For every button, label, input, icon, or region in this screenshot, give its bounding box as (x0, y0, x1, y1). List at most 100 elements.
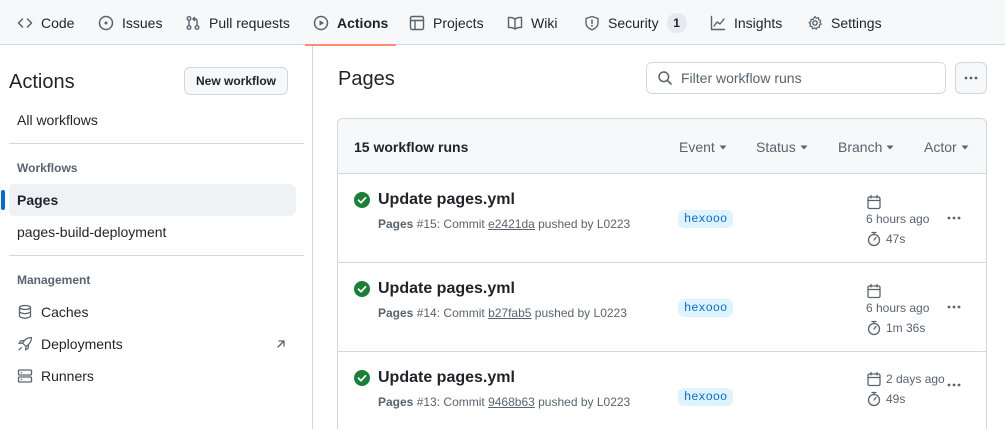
run-title-link[interactable]: Update pages.yml (378, 191, 515, 209)
workflow-run-row[interactable]: Update pages.yml Pages #14: Commit b27fa… (338, 263, 986, 352)
tab-projects[interactable]: Projects (409, 0, 484, 45)
check-circle-fill-icon (354, 370, 370, 386)
commit-sha-link[interactable]: 9468b63 (488, 395, 535, 409)
repo-nav: Code Issues Pull requests Actions Projec… (0, 0, 1005, 46)
actor-filter-menu[interactable]: Actor (924, 139, 969, 155)
sidebar-title: Actions (9, 71, 75, 93)
search-icon (657, 70, 673, 86)
check-circle-fill-icon (354, 192, 370, 208)
triangle-down-icon (719, 143, 727, 151)
run-meta: Pages #14: Commit b27fab5 pushed by L022… (378, 306, 627, 320)
run-commit-prefix: : Commit (436, 217, 489, 231)
run-workflow-name: Pages (378, 395, 414, 409)
filter-placeholder: Filter workflow runs (681, 70, 802, 86)
more-options-button[interactable] (955, 62, 987, 94)
run-number: #14 (416, 306, 437, 320)
tab-wiki[interactable]: Wiki (507, 0, 557, 45)
tab-label: Settings (831, 14, 882, 31)
tab-insights[interactable]: Insights (710, 0, 782, 45)
run-pushed-by: pushed by L0223 (534, 395, 631, 409)
commit-sha-link[interactable]: b27fab5 (488, 306, 531, 320)
run-time (866, 194, 882, 210)
runs-count: 15 workflow runs (354, 139, 469, 155)
run-number: #13 (416, 395, 437, 409)
run-meta: Pages #13: Commit 9468b63 pushed by L022… (378, 395, 630, 409)
run-workflow-name: Pages (378, 306, 414, 320)
tab-issues[interactable]: Issues (98, 0, 162, 45)
filter-workflow-runs-input[interactable]: Filter workflow runs (646, 62, 946, 94)
stopwatch-icon (866, 231, 882, 247)
status-filter-menu[interactable]: Status (756, 139, 808, 155)
tab-label: Code (41, 14, 75, 31)
tab-label: Insights (734, 14, 783, 31)
workflow-run-row[interactable]: Update pages.yml Pages #13: Commit 9468b… (338, 352, 986, 429)
calendar-icon (866, 371, 882, 387)
workflow-runs-list: 15 workflow runs Event Status Branch Act… (337, 118, 987, 429)
calendar-icon (866, 283, 882, 299)
tab-label: Wiki (531, 14, 558, 31)
tab-code[interactable]: Code (17, 0, 74, 45)
branch-filter-menu[interactable]: Branch (838, 139, 894, 155)
branch-label[interactable]: hexooo (678, 388, 734, 406)
workflow-run-row[interactable]: Update pages.yml Pages #15: Commit e2421… (338, 174, 986, 263)
arrow-up-right-icon (275, 338, 287, 350)
page-title: Pages (338, 68, 395, 90)
run-title-link[interactable]: Update pages.yml (378, 280, 515, 298)
run-title-link[interactable]: Update pages.yml (378, 369, 515, 387)
sidebar-item-label: Runners (41, 368, 94, 384)
run-actions-kebab-icon[interactable] (946, 377, 962, 393)
run-when: 2 days ago (886, 372, 945, 386)
tab-settings[interactable]: Settings (807, 0, 882, 45)
tab-actions[interactable]: Actions (304, 0, 397, 46)
tab-label: Actions (337, 14, 389, 31)
table-icon (409, 15, 425, 31)
run-pushed-by: pushed by L0223 (534, 217, 631, 231)
sidebar-item-caches[interactable]: Caches (17, 304, 88, 320)
calendar-icon (866, 194, 882, 210)
run-pushed-by: pushed by L0223 (531, 306, 627, 320)
event-filter-menu[interactable]: Event (679, 139, 727, 155)
sidebar-item-deployments[interactable]: Deployments (17, 336, 287, 352)
graph-icon (710, 15, 726, 31)
book-icon (507, 15, 523, 31)
rocket-icon (17, 336, 33, 352)
tab-label: Security (608, 14, 659, 31)
run-actions-kebab-icon[interactable] (946, 210, 962, 226)
filter-label: Event (679, 139, 715, 155)
run-actions-kebab-icon[interactable] (946, 299, 962, 315)
actions-sidebar: Actions New workflow All workflows Workf… (0, 46, 313, 429)
run-duration: 49s (866, 391, 905, 407)
stopwatch-icon (866, 320, 882, 336)
sidebar-item-pages[interactable]: Pages (17, 192, 58, 208)
sidebar-item-runners[interactable]: Runners (17, 368, 94, 384)
server-icon (17, 368, 33, 384)
sidebar-item-pages-build-deployment[interactable]: pages-build-deployment (17, 224, 166, 240)
play-icon (313, 15, 329, 31)
branch-label[interactable]: hexooo (678, 299, 734, 317)
workflows-heading: Workflows (17, 161, 78, 175)
divider (9, 143, 304, 144)
management-heading: Management (17, 273, 91, 287)
check-circle-fill-icon (354, 281, 370, 297)
tab-security[interactable]: Security 1 (584, 0, 687, 45)
duration-text: 49s (886, 392, 906, 406)
gear-icon (807, 15, 823, 31)
run-workflow-name: Pages (378, 217, 414, 231)
sidebar-item-label: Caches (41, 304, 89, 320)
run-when: 6 hours ago (866, 301, 930, 315)
triangle-down-icon (886, 143, 894, 151)
branch-label[interactable]: hexooo (678, 210, 734, 228)
tab-label: Projects (433, 14, 484, 31)
selected-item-indicator (1, 190, 5, 210)
run-commit-prefix: : Commit (436, 306, 489, 320)
run-when: 6 hours ago (866, 212, 930, 226)
tab-pull-requests[interactable]: Pull requests (185, 0, 290, 45)
new-workflow-button[interactable]: New workflow (184, 67, 288, 95)
security-counter-badge: 1 (666, 12, 687, 33)
runs-list-header: 15 workflow runs Event Status Branch Act… (338, 119, 986, 174)
filter-label: Actor (924, 139, 957, 155)
run-commit-prefix: : Commit (436, 395, 489, 409)
run-number: #15 (416, 217, 437, 231)
commit-sha-link[interactable]: e2421da (488, 217, 535, 231)
sidebar-item-all-workflows[interactable]: All workflows (17, 112, 98, 128)
